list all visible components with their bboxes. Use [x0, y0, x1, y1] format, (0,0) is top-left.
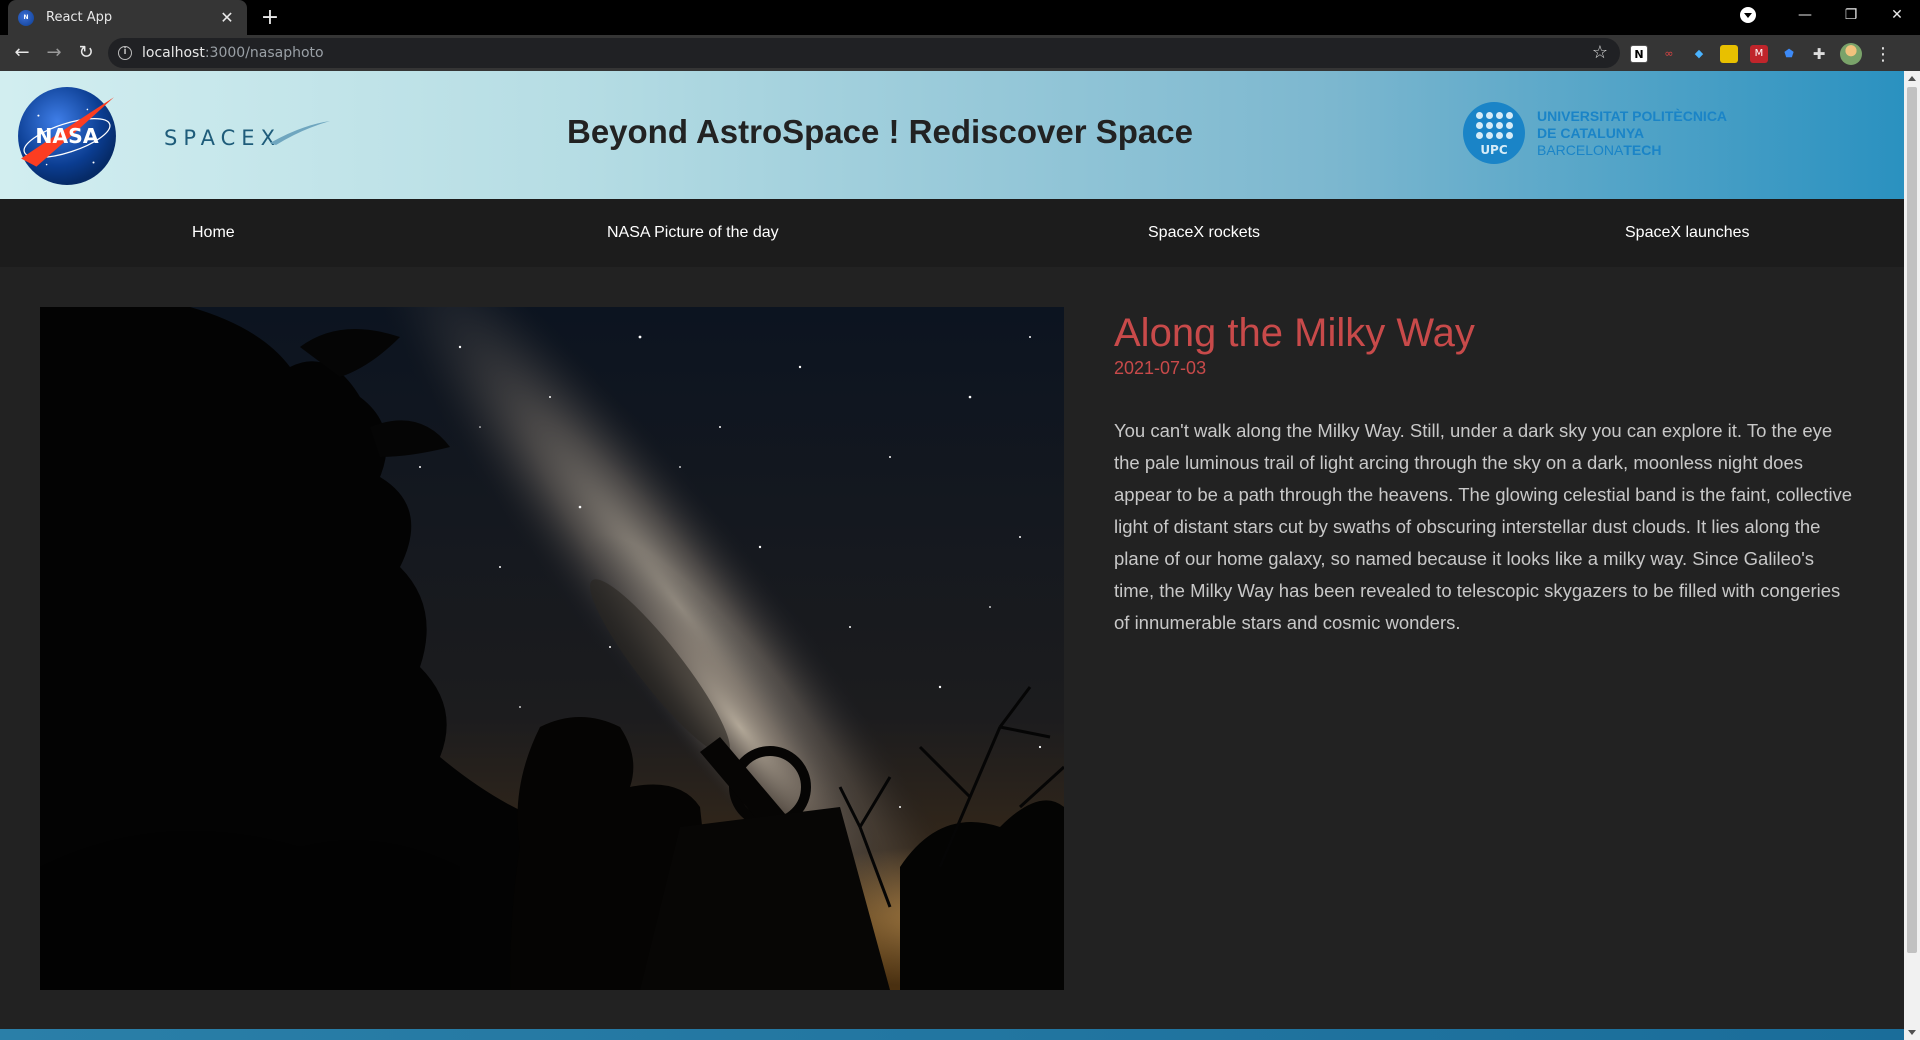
upc-line-3-a: BARCELONA [1537, 141, 1624, 158]
nav-spacex-launches[interactable]: SpaceX launches [1625, 199, 1750, 267]
upc-wordmark: UNIVERSITAT POLITÈCNICA DE CATALUNYA BAR… [1537, 108, 1727, 159]
tab-title: React App [46, 10, 113, 25]
nav-home[interactable]: Home [192, 199, 235, 267]
url-text: localhost:3000/nasaphoto [142, 45, 324, 61]
page-viewport: NASA SPACEX Beyond AstroSpace ! Rediscov… [0, 71, 1904, 1040]
gem-extension-icon[interactable]: ◆ [1690, 45, 1708, 63]
url-host: localhost [142, 45, 205, 61]
new-tab-button[interactable]: + [256, 4, 284, 32]
close-window-button[interactable]: ✕ [1874, 0, 1920, 30]
yellow-extension-icon[interactable] [1720, 45, 1738, 63]
upc-line-3: BARCELONATECH [1537, 142, 1727, 159]
minimize-button[interactable]: — [1782, 0, 1828, 30]
browser-tab[interactable]: N React App ✕ [8, 0, 247, 35]
restore-button[interactable]: ❐ [1828, 0, 1874, 30]
apod-explanation: You can't walk along the Milky Way. Stil… [1114, 420, 1853, 633]
forward-arrow-icon[interactable]: → [40, 39, 68, 67]
milky-way-photo [40, 307, 1064, 990]
upc-badge-icon: UPC [1463, 102, 1525, 164]
apod-title: Along the Milky Way [1114, 311, 1475, 355]
url-path: :3000/nasaphoto [204, 45, 324, 61]
red-extension-icon[interactable]: M [1750, 45, 1768, 63]
notion-extension-icon[interactable]: N [1630, 45, 1648, 63]
main-navbar: Home NASA Picture of the day SpaceX rock… [0, 199, 1904, 267]
scroll-up-arrow-icon[interactable] [1908, 76, 1916, 81]
extensions-bar: N ∞ ◆ M ⬟ ✚ ⋮ [1630, 43, 1892, 65]
shield-extension-icon[interactable]: ⬟ [1780, 45, 1798, 63]
glasses-extension-icon[interactable]: ∞ [1660, 45, 1678, 63]
nav-spacex-rockets[interactable]: SpaceX rockets [1148, 199, 1260, 267]
browser-toolbar: ← → ↻ i localhost:3000/nasaphoto ☆ N ∞ ◆… [0, 35, 1920, 71]
nav-nasa-picture[interactable]: NASA Picture of the day [607, 199, 779, 267]
puzzle-extensions-icon[interactable]: ✚ [1810, 45, 1828, 63]
upc-logo: UPC UNIVERSITAT POLITÈCNICA DE CATALUNYA… [1463, 102, 1727, 164]
bookmark-star-icon[interactable]: ☆ [1592, 42, 1608, 63]
apod-image [40, 307, 1064, 990]
site-info-icon[interactable]: i [118, 46, 132, 60]
page-scrollbar[interactable] [1904, 71, 1920, 1040]
footer-strip [0, 1029, 1904, 1040]
address-bar[interactable]: i localhost:3000/nasaphoto ☆ [108, 38, 1620, 68]
upc-line-2: DE CATALUNYA [1537, 124, 1645, 141]
profile-menu-icon[interactable] [1740, 7, 1756, 23]
apod-date: 2021-07-03 [1114, 358, 1207, 378]
scroll-down-arrow-icon[interactable] [1908, 1030, 1916, 1035]
back-arrow-icon[interactable]: ← [8, 39, 36, 67]
browser-menu-icon[interactable]: ⋮ [1874, 44, 1892, 65]
apod-article: Along the Milky Way 2021-07-03 You can't… [1114, 307, 1854, 639]
reload-icon[interactable]: ↻ [72, 39, 100, 67]
upc-line-3-b: TECH [1623, 141, 1662, 158]
window-controls: — ❐ ✕ [1740, 0, 1920, 30]
upc-badge-text: UPC [1480, 143, 1508, 157]
site-header: NASA SPACEX Beyond AstroSpace ! Rediscov… [0, 71, 1904, 199]
browser-tabstrip: N React App ✕ + — ❐ ✕ [0, 0, 1920, 35]
nasa-favicon-icon: N [18, 9, 34, 26]
user-avatar-icon[interactable] [1840, 43, 1862, 65]
scroll-thumb[interactable] [1907, 87, 1917, 953]
upc-line-1: UNIVERSITAT POLITÈCNICA [1537, 107, 1728, 124]
tab-close-icon[interactable]: ✕ [217, 8, 237, 27]
